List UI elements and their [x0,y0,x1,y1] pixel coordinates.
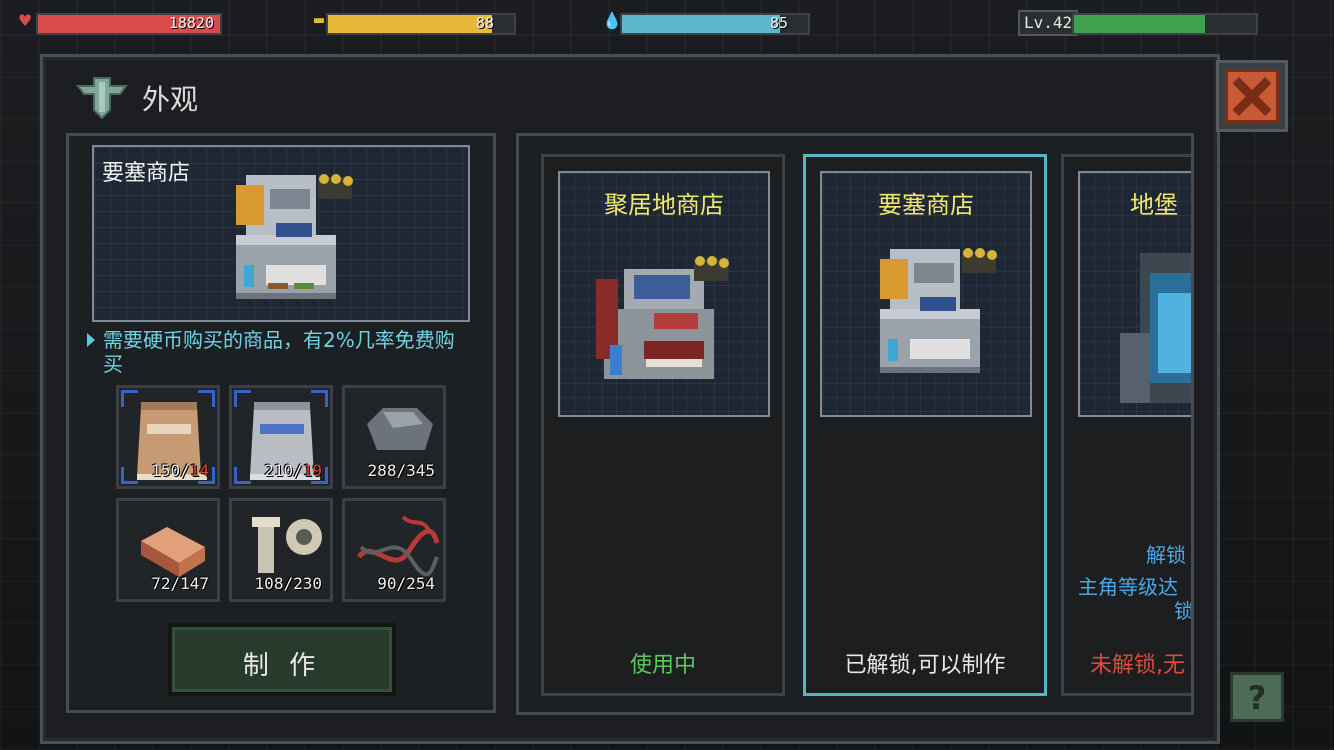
xp-bar-fill [1074,15,1206,33]
material-slot-adhesive[interactable]: 210/19 [229,385,333,489]
level-hud: Lv.42 [1018,8,1258,36]
material-have: 210 [264,461,294,480]
fortress-shop-image [880,248,997,373]
skin-description: 需要硬币购买的商品，有2%几率免费购买 [103,328,455,376]
skin-card-preview: 聚居地商店 [558,171,770,417]
water-bar: 85 [620,13,810,35]
material-have: 288 [367,461,397,480]
material-need: 254 [406,574,435,593]
unlock-hint-line3: 锁 [1174,599,1194,623]
material-slot-stone[interactable]: 288/345 [342,385,446,489]
material-slot-fabric[interactable]: 150/14 [116,385,220,489]
material-slot-wire[interactable]: 90/254 [342,498,446,602]
material-separator: / [293,461,303,480]
close-button[interactable] [1216,60,1288,132]
health-value: 18820 [168,14,214,32]
skin-card-status: 已解锁,可以制作 [844,653,1006,678]
make-button-label: 制 作 [242,651,322,681]
food-value: 88 [475,14,494,32]
level-label: Lv.42 [1018,10,1079,36]
water-hud: 💧 85 [602,8,812,36]
water-value: 85 [769,14,788,32]
unlock-hint-line1: 解锁 [1146,543,1186,567]
xp-bar [1072,13,1258,35]
material-count: 90/254 [377,574,435,593]
food-hud: ▬ 88 [310,8,520,36]
material-need: 147 [180,574,209,593]
description-arrow-icon [87,333,95,347]
material-separator: / [396,461,407,480]
material-have: 90 [377,574,397,593]
bunker-image [1120,253,1191,403]
material-count: 210/19 [264,461,322,480]
skin-card-name: 要塞商店 [878,191,974,219]
heart-icon: ♥ [17,11,33,30]
help-icon: ? [1247,679,1267,717]
food-bar: 88 [326,13,516,35]
selected-preview: 要塞商店 [92,145,470,322]
material-slot-copper[interactable]: 72/147 [116,498,220,602]
material-have: 108 [254,574,284,593]
material-need: 345 [406,461,435,480]
skin-card-name: 聚居地商店 [604,191,724,219]
material-have: 150 [151,461,181,480]
fortress-shop-image [236,174,353,299]
material-need: 14 [189,461,209,480]
help-button[interactable]: ? [1230,672,1284,722]
unlock-hint-line2: 主角等级达 [1078,575,1178,599]
health-hud: ♥ 18820 [16,8,226,36]
build-emblem-icon [76,77,128,120]
close-icon [1225,69,1279,123]
skin-list[interactable]: 聚居地商店 使用中 要塞商店 已解锁,可以制作 地堡 解锁 主角等级达 锁 未解… [516,133,1194,715]
skin-card-settlement-shop[interactable]: 聚居地商店 使用中 [541,154,785,696]
material-count: 108/230 [255,574,322,593]
material-need: 230 [293,574,322,593]
material-count: 288/345 [368,461,435,480]
material-separator: / [170,574,181,593]
water-drop-icon: 💧 [602,11,622,30]
material-need: 19 [302,461,322,480]
material-count: 72/147 [151,574,209,593]
make-button[interactable]: 制 作 [168,623,396,696]
food-bar-fill [328,15,492,33]
settlement-shop-image [596,256,729,379]
skin-card-preview: 地堡 [1078,171,1191,417]
skin-card-preview: 要塞商店 [820,171,1032,417]
material-separator: / [283,574,294,593]
skin-card-name: 地堡 [1130,191,1178,219]
material-separator: / [396,574,407,593]
skin-card-fortress-shop[interactable]: 要塞商店 已解锁,可以制作 [803,154,1047,696]
panel-title-text: 外观 [142,83,199,116]
preview-name: 要塞商店 [102,161,191,186]
water-bar-fill [622,15,781,33]
material-have: 72 [151,574,171,593]
skin-card-status: 使用中 [629,653,696,678]
skin-card-status: 未解锁,无 [1090,653,1185,678]
material-count: 150/14 [151,461,209,480]
skin-card-bunker[interactable]: 地堡 解锁 主角等级达 锁 未解锁,无 [1061,154,1194,696]
health-bar: 18820 [36,13,222,35]
material-slot-bolt[interactable]: 108/230 [229,498,333,602]
material-separator: / [180,461,190,480]
